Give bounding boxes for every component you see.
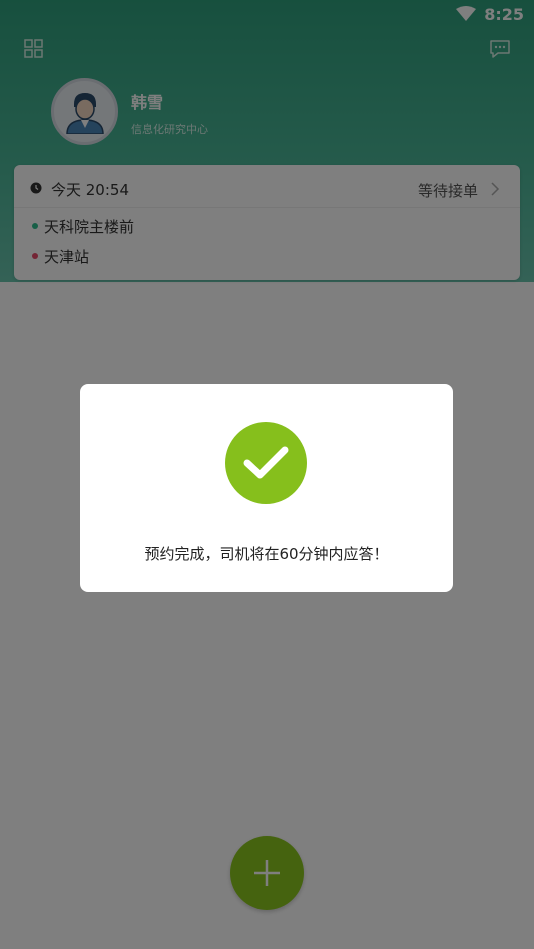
app-screen: 8:25 韩雪 信息化研究中心 <box>0 0 534 949</box>
check-icon <box>243 446 289 479</box>
success-dialog: 预约完成，司机将在60分钟内应答！ <box>80 384 453 592</box>
success-badge <box>225 422 307 504</box>
dialog-message: 预约完成，司机将在60分钟内应答！ <box>144 545 389 563</box>
